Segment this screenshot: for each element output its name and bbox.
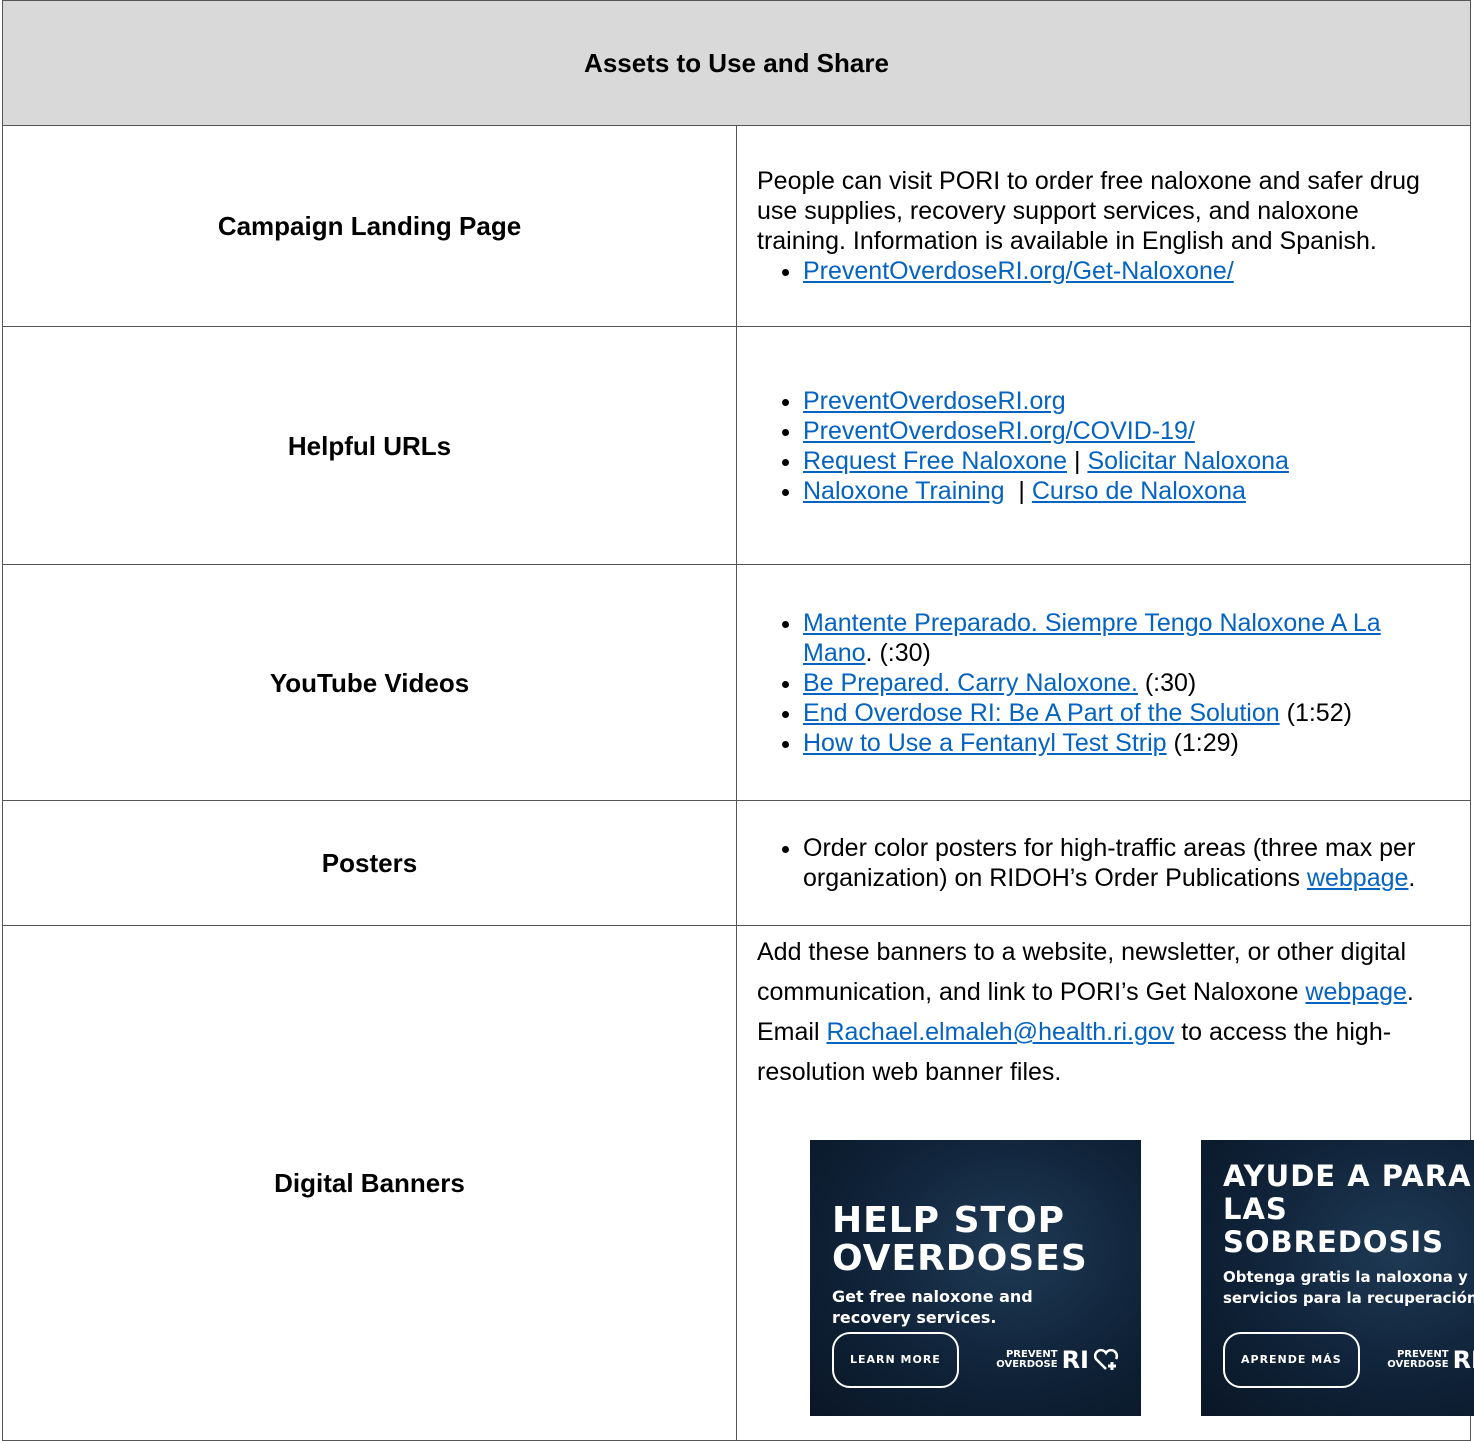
- banner-english: HELP STOP OVERDOSES Get free naloxone an…: [810, 1140, 1141, 1416]
- list-item: PreventOverdoseRI.org: [803, 386, 1450, 416]
- table-row: Helpful URLs PreventOverdoseRI.org Preve…: [2, 326, 1471, 565]
- email-link[interactable]: Rachael.elmaleh@health.ri.gov: [826, 1018, 1174, 1046]
- banner-subtext-line-1: Obtenga gratis la naloxona y: [1223, 1268, 1468, 1286]
- list-item: Request Free Naloxone | Solicitar Naloxo…: [803, 446, 1450, 476]
- video-duration: . (:30): [865, 638, 931, 667]
- banner-footer: APRENDE MÁS PREVENTOVERDOSE RI: [1223, 1332, 1474, 1388]
- youtube-videos-list: Mantente Preparado. Siempre Tengo Naloxo…: [757, 608, 1450, 758]
- banner-spanish: AYUDE A PARAR LAS SOBREDOSIS Obtenga gra…: [1201, 1140, 1474, 1416]
- row-label-posters: Posters: [2, 800, 737, 926]
- get-naloxone-webpage-link[interactable]: webpage: [1305, 978, 1406, 1006]
- banner-headline-2: LAS SOBREDOSIS: [1223, 1192, 1445, 1259]
- row-label-landing-page: Campaign Landing Page: [2, 125, 737, 327]
- helpful-urls-list: PreventOverdoseRI.org PreventOverdoseRI.…: [757, 386, 1450, 506]
- banner-headline-1: AYUDE A PARAR: [1223, 1159, 1474, 1193]
- list-item: PreventOverdoseRI.org/Get-Naloxone/: [803, 256, 1450, 286]
- get-naloxone-link[interactable]: PreventOverdoseRI.org/Get-Naloxone/: [803, 257, 1234, 285]
- logo-ri: RI: [1061, 1346, 1089, 1374]
- naloxone-training-link[interactable]: Naloxone Training: [803, 477, 1005, 505]
- digital-banners-description: Add these banners to a website, newslett…: [757, 932, 1450, 1092]
- video-link-be-prepared[interactable]: Be Prepared. Carry Naloxone.: [803, 669, 1138, 697]
- banner-subtext: Get free naloxone and recovery services.: [832, 1286, 1119, 1328]
- prevent-overdose-ri-logo: PREVENTOVERDOSE RI: [996, 1340, 1119, 1380]
- posters-list: Order color posters for high-traffic are…: [757, 833, 1450, 893]
- assets-table: Assets to Use and Share Campaign Landing…: [2, 0, 1474, 1441]
- separator: |: [1004, 476, 1032, 505]
- list-item: Be Prepared. Carry Naloxone. (:30): [803, 668, 1450, 698]
- table-row: Campaign Landing Page People can visit P…: [2, 125, 1471, 327]
- row-label-helpful-urls: Helpful URLs: [2, 326, 737, 565]
- helpful-urls-cell: PreventOverdoseRI.org PreventOverdoseRI.…: [736, 326, 1471, 565]
- list-item: Order color posters for high-traffic are…: [803, 833, 1450, 893]
- list-item: Mantente Preparado. Siempre Tengo Naloxo…: [803, 608, 1450, 668]
- request-free-naloxone-link[interactable]: Request Free Naloxone: [803, 447, 1067, 475]
- banner-subtext: Obtenga gratis la naloxona y servicios p…: [1223, 1267, 1474, 1309]
- banner-subtext-line-2: recovery services.: [832, 1308, 997, 1327]
- heart-plus-icon: [1093, 1349, 1119, 1370]
- table-title: Assets to Use and Share: [2, 0, 1471, 126]
- digital-banners-cell: Add these banners to a website, newslett…: [736, 925, 1474, 1441]
- banner-subtext-line-2: servicios para la recuperación.: [1223, 1289, 1474, 1307]
- landing-page-links: PreventOverdoseRI.org/Get-Naloxone/: [757, 256, 1450, 286]
- logo-ri: RI: [1452, 1346, 1474, 1374]
- posters-period: .: [1408, 864, 1416, 892]
- aprende-mas-button: APRENDE MÁS: [1223, 1332, 1360, 1388]
- video-duration: (1:52): [1279, 698, 1352, 727]
- logo-overdose: OVERDOSE: [1387, 1359, 1449, 1370]
- list-item: End Overdose RI: Be A Part of the Soluti…: [803, 698, 1450, 728]
- list-item: Naloxone Training | Curso de Naloxona: [803, 476, 1450, 506]
- learn-more-button: LEARN MORE: [832, 1332, 959, 1388]
- row-label-youtube-videos: YouTube Videos: [2, 564, 737, 801]
- banner-images: HELP STOP OVERDOSES Get free naloxone an…: [757, 1140, 1474, 1440]
- row-label-digital-banners: Digital Banners: [2, 925, 737, 1441]
- banner-footer: LEARN MORE PREVENT OVERDOSE RI: [832, 1332, 1119, 1388]
- video-duration: (:30): [1137, 668, 1197, 697]
- logo-overdose: OVERDOSE: [996, 1359, 1058, 1370]
- prevent-overdose-ri-logo: PREVENTOVERDOSE RI: [1387, 1340, 1474, 1380]
- youtube-videos-cell: Mantente Preparado. Siempre Tengo Naloxo…: [736, 564, 1471, 801]
- table-row: YouTube Videos Mantente Preparado. Siemp…: [2, 564, 1471, 801]
- list-item: PreventOverdoseRI.org/COVID-19/: [803, 416, 1450, 446]
- preventoverdoseri-link[interactable]: PreventOverdoseRI.org: [803, 387, 1066, 415]
- separator: |: [1067, 446, 1088, 475]
- solicitar-naloxona-link[interactable]: Solicitar Naloxona: [1087, 447, 1289, 475]
- table-row: Digital Banners Add these banners to a w…: [2, 925, 1474, 1441]
- video-duration: (1:29): [1166, 728, 1239, 757]
- landing-page-cell: People can visit PORI to order free nalo…: [736, 125, 1471, 327]
- banner-headline-1: HELP STOP: [832, 1200, 1066, 1241]
- banner-subtext-line-1: Get free naloxone and: [832, 1287, 1033, 1306]
- list-item: How to Use a Fentanyl Test Strip (1:29): [803, 728, 1450, 758]
- covid-19-link[interactable]: PreventOverdoseRI.org/COVID-19/: [803, 417, 1195, 445]
- landing-page-description: People can visit PORI to order free nalo…: [757, 167, 1420, 255]
- video-link-end-overdose[interactable]: End Overdose RI: Be A Part of the Soluti…: [803, 699, 1280, 727]
- banner-headline-2: OVERDOSES: [832, 1238, 1088, 1279]
- curso-de-naloxona-link[interactable]: Curso de Naloxona: [1032, 477, 1246, 505]
- order-publications-link[interactable]: webpage: [1307, 864, 1408, 892]
- posters-cell: Order color posters for high-traffic are…: [736, 800, 1471, 926]
- video-link-fentanyl-test-strip[interactable]: How to Use a Fentanyl Test Strip: [803, 729, 1167, 757]
- table-row: Posters Order color posters for high-tra…: [2, 800, 1471, 926]
